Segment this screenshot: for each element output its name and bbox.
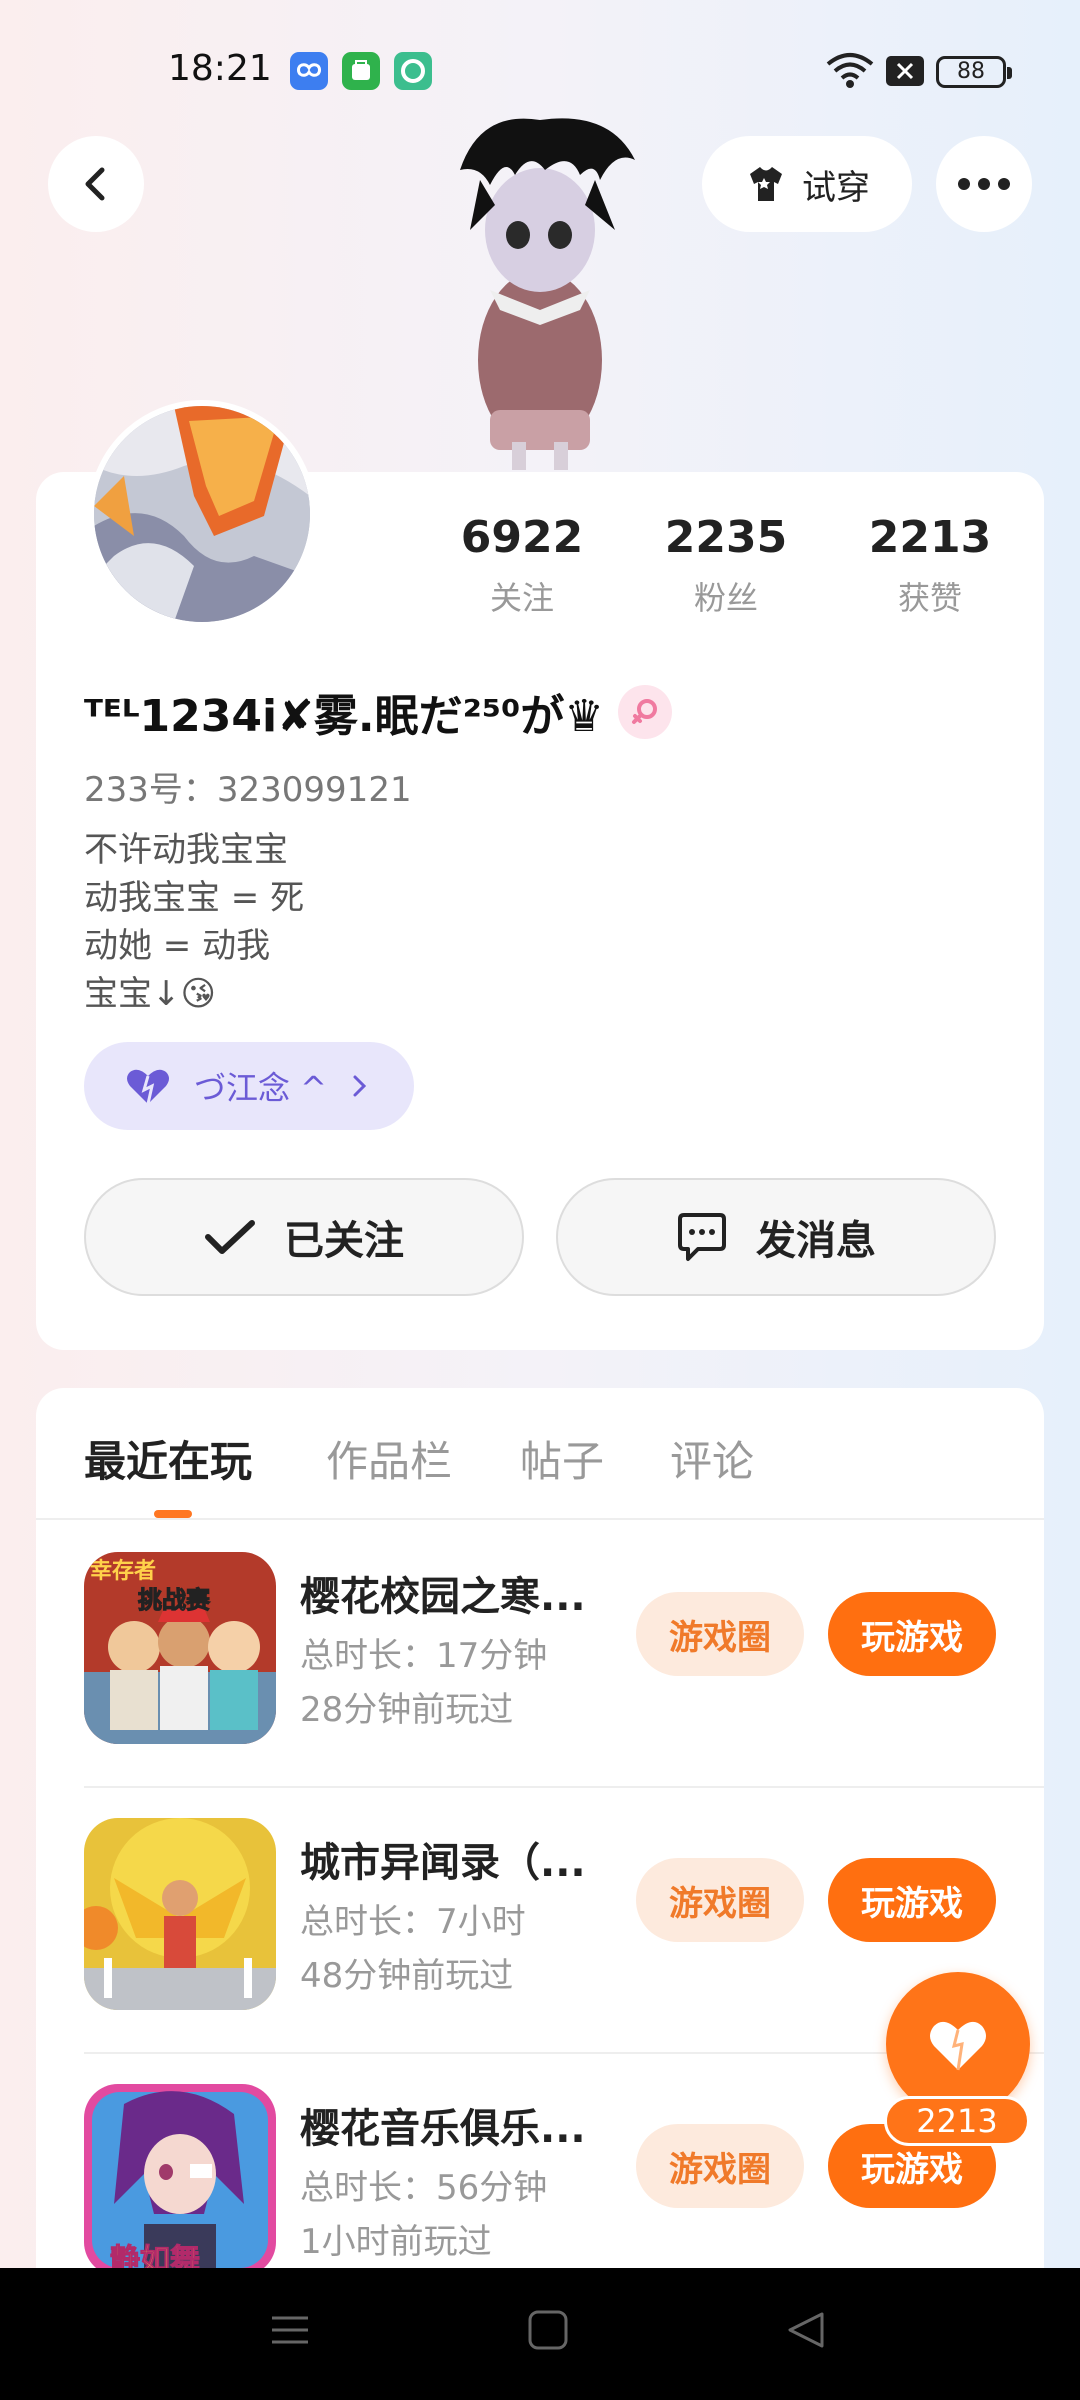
username: ᵀᴱᴸ1234i✘雾.眠だ²⁵⁰が♛ bbox=[84, 691, 604, 742]
send-message-label: 发消息 bbox=[756, 1218, 876, 1264]
tab-recently-played[interactable]: 最近在玩 bbox=[84, 1428, 252, 1489]
game-thumbnail: 静如舞 bbox=[84, 2084, 276, 2268]
cloud-app-icon bbox=[290, 52, 328, 90]
check-icon bbox=[205, 1220, 255, 1254]
stat-likes-label: 获赞 bbox=[897, 579, 962, 617]
stat-following-label: 关注 bbox=[489, 579, 554, 617]
game-row[interactable]: 幸存者 挑战赛 樱花校园之寒... 总时长：17分钟 28分钟前玩过 游戏圈 玩… bbox=[84, 1522, 1044, 1788]
game-duration: 总时长：56分钟 bbox=[300, 2168, 548, 2208]
camera-app-icon bbox=[394, 52, 432, 90]
bio-line: 宝宝↓😘 bbox=[84, 974, 216, 1014]
stat-followers-value: 2235 bbox=[664, 512, 788, 563]
female-gender-icon bbox=[617, 685, 672, 739]
stat-following[interactable]: 6922 关注 bbox=[432, 512, 612, 619]
chevron-right-icon bbox=[353, 1075, 367, 1097]
game-last-played: 1小时前玩过 bbox=[300, 2222, 492, 2262]
stat-following-value: 6922 bbox=[460, 512, 584, 563]
shopping-app-icon bbox=[342, 52, 380, 90]
game-last-played: 48分钟前玩过 bbox=[300, 1956, 514, 1996]
battery-indicator: 88 bbox=[936, 56, 1012, 88]
send-message-button[interactable]: 发消息 bbox=[556, 1178, 996, 1296]
play-game-button[interactable]: 玩游戏 bbox=[828, 1592, 996, 1676]
like-button[interactable] bbox=[886, 1972, 1030, 2116]
game-circle-button[interactable]: 游戏圈 bbox=[636, 1858, 804, 1942]
followed-label: 已关注 bbox=[284, 1218, 404, 1264]
heart-icon bbox=[127, 1069, 169, 1105]
game-title: 樱花校园之寒... bbox=[300, 1574, 586, 1620]
tab-comments[interactable]: 评论 bbox=[670, 1428, 754, 1489]
chevron-left-icon bbox=[85, 167, 105, 201]
bio: 不许动我宝宝 动我宝宝 = 死 动她 = 动我 宝宝↓😘 bbox=[84, 826, 304, 1018]
avatar-3d-figure bbox=[460, 118, 635, 470]
tab-bar: 最近在玩 作品栏 帖子 评论 bbox=[36, 1388, 1044, 1520]
thumb-text-top: 幸存者 bbox=[90, 1558, 156, 1584]
thumb-text-sub: 静如舞 bbox=[110, 2243, 200, 2268]
bio-line: 不许动我宝宝 bbox=[84, 830, 288, 870]
followed-button[interactable]: 已关注 bbox=[84, 1178, 524, 1296]
no-sim-icon bbox=[886, 56, 924, 86]
more-dots-icon bbox=[958, 178, 1010, 190]
try-on-button[interactable]: 试穿 bbox=[702, 136, 912, 232]
back-triangle-icon[interactable] bbox=[784, 2308, 828, 2352]
game-title: 城市异闻录（... bbox=[300, 1840, 586, 1886]
stat-likes[interactable]: 2213 获赞 bbox=[840, 512, 1020, 619]
game-duration: 总时长：17分钟 bbox=[300, 1636, 548, 1676]
bio-line: 动我宝宝 = 死 bbox=[84, 878, 305, 918]
more-button[interactable] bbox=[936, 136, 1032, 232]
home-icon[interactable] bbox=[526, 2308, 570, 2352]
menu-icon[interactable] bbox=[268, 2308, 312, 2352]
avatar[interactable] bbox=[88, 400, 316, 628]
thumb-text-sub: 挑战赛 bbox=[138, 1586, 211, 1614]
game-duration: 总时长：7小时 bbox=[300, 1902, 526, 1942]
status-time: 18:21 bbox=[168, 48, 272, 89]
tab-posts[interactable]: 帖子 bbox=[520, 1428, 604, 1489]
system-nav-bar bbox=[0, 2268, 1080, 2400]
try-on-label: 试穿 bbox=[802, 167, 870, 208]
bio-line: 动她 = 动我 bbox=[84, 926, 271, 966]
game-last-played: 28分钟前玩过 bbox=[300, 1690, 514, 1730]
tab-indicator bbox=[154, 1510, 192, 1518]
relationship-tag-label: づ江念 ^ bbox=[194, 1069, 327, 1107]
stat-likes-value: 2213 bbox=[868, 512, 992, 563]
game-title: 樱花音乐俱乐... bbox=[300, 2106, 586, 2152]
back-button[interactable] bbox=[48, 136, 144, 232]
user-id: 233号：323099121 bbox=[84, 770, 412, 810]
game-thumbnail: 幸存者 挑战赛 bbox=[84, 1552, 276, 1744]
relationship-tag[interactable]: づ江念 ^ bbox=[84, 1042, 414, 1130]
stat-followers-label: 粉丝 bbox=[693, 579, 758, 617]
game-circle-button[interactable]: 游戏圈 bbox=[636, 1592, 804, 1676]
shirt-icon bbox=[750, 167, 782, 201]
like-count: 2213 bbox=[884, 2096, 1030, 2146]
game-thumbnail bbox=[84, 1818, 276, 2010]
game-circle-button[interactable]: 游戏圈 bbox=[636, 2124, 804, 2208]
heart-icon bbox=[930, 2021, 986, 2071]
tab-works[interactable]: 作品栏 bbox=[326, 1428, 452, 1489]
play-game-button[interactable]: 玩游戏 bbox=[828, 1858, 996, 1942]
stat-followers[interactable]: 2235 粉丝 bbox=[636, 512, 816, 619]
username-row: ᵀᴱᴸ1234i✘雾.眠だ²⁵⁰が♛ bbox=[84, 680, 672, 744]
wifi-icon bbox=[826, 53, 874, 88]
chat-bubble-icon bbox=[678, 1213, 726, 1261]
